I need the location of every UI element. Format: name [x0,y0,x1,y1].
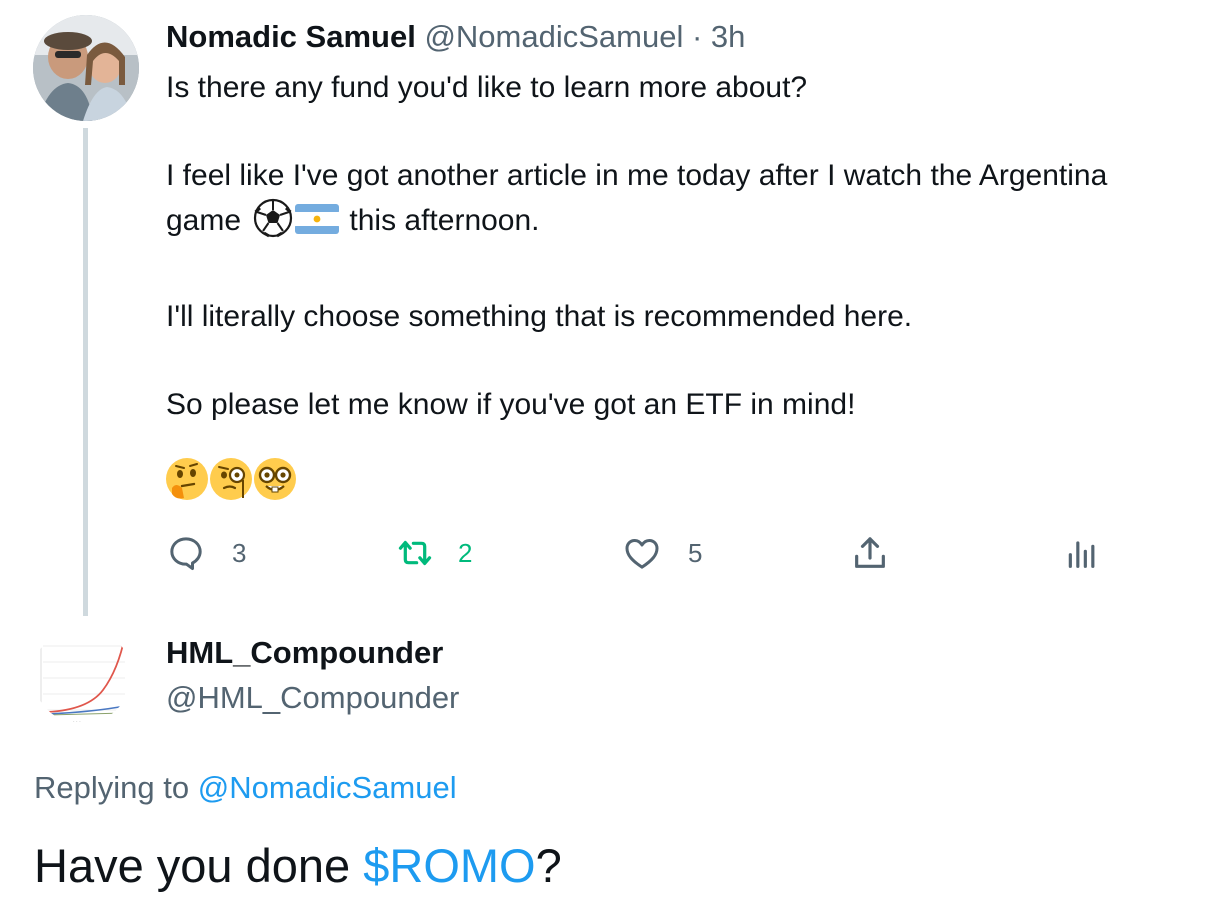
like-count: 5 [688,537,703,568]
heart-icon [625,539,659,569]
avatar-photo [33,15,139,121]
soccer-ball-icon [253,198,293,251]
tweet-actions: 3 2 5 [0,530,1230,580]
separator: · [691,19,703,54]
analytics-button[interactable] [1062,530,1102,576]
reply-button[interactable]: 3 [166,530,246,576]
like-button[interactable]: 5 [622,530,702,576]
reply-count: 3 [232,537,247,568]
reply-text-end: ? [535,839,562,892]
author-handle[interactable]: @HML_Compounder [166,678,459,718]
author-name[interactable]: Nomadic Samuel [166,19,416,54]
tweet-line: So please let me know if you've got an E… [166,388,856,421]
replying-label: Replying to [34,770,190,805]
tweet-text: Is there any fund you'd like to learn mo… [166,66,1226,427]
avatar[interactable]: · · · [33,626,131,724]
tweet-line: I feel like I've got another article in … [166,159,1108,192]
nerd-face-icon [254,458,296,500]
retweet-button[interactable]: 2 [394,530,472,576]
tweet-header: Nomadic Samuel @NomadicSamuel · 3h [166,18,745,56]
replying-to: Replying to @NomadicSamuel [34,768,457,808]
avatar[interactable] [33,15,139,121]
avatar-chart-image: · · · [33,626,131,724]
reply-text: Have you done $ROMO? [34,836,562,896]
analytics-icon [1068,541,1095,568]
author-name[interactable]: HML_Compounder [166,633,443,673]
thinking-face-icon [166,458,208,500]
replying-handle-link[interactable]: @NomadicSamuel [198,770,457,805]
tweet-line: I'll literally choose something that is … [166,300,913,333]
tweet-line: game this afternoon. [166,198,1226,251]
face-with-monocle-icon [210,458,252,500]
retweet-icon [398,540,432,566]
share-button[interactable] [850,530,890,576]
tweet-line-start: game [166,204,242,237]
author-handle[interactable]: @NomadicSamuel [424,19,683,54]
retweet-count: 2 [458,537,473,568]
reply-icon [170,537,202,570]
tweet-line: Is there any fund you'd like to learn mo… [166,71,808,104]
tweet-line-end: this afternoon. [349,204,540,237]
svg-text:· · ·: · · · [73,719,81,724]
argentina-flag-icon [295,203,340,247]
timestamp[interactable]: 3h [711,19,745,54]
cashtag-link[interactable]: $ROMO [363,839,535,892]
share-icon [855,537,885,568]
reply-text-start: Have you done [34,839,351,892]
